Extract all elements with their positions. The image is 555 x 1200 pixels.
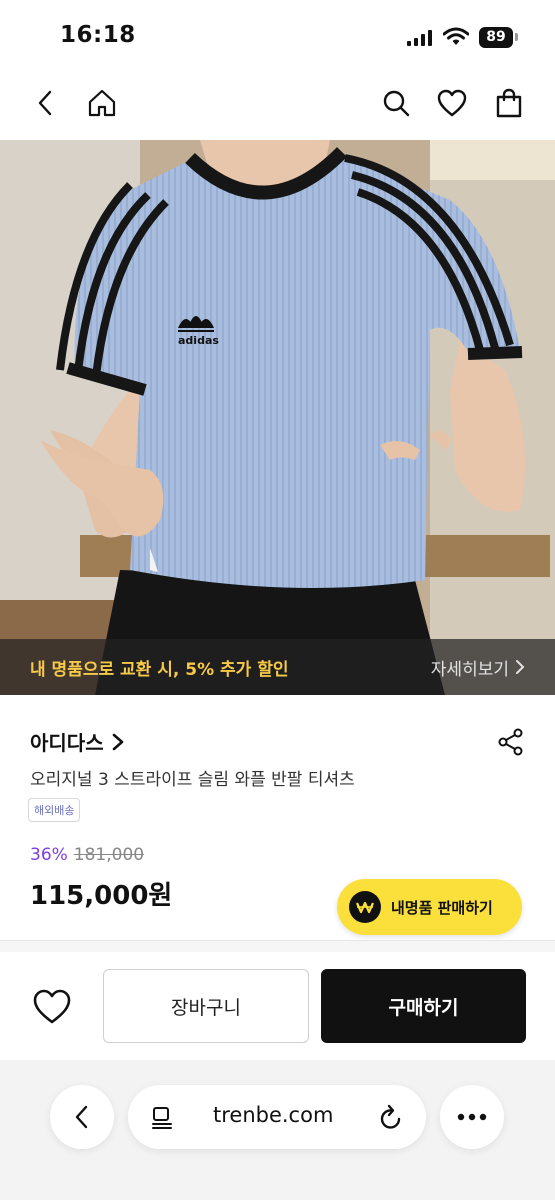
status-bar: 16:18 89 (0, 0, 555, 72)
chevron-right-icon (112, 733, 123, 750)
promo-banner[interactable]: 내 명품으로 교환 시, 5% 추가 할인 자세히보기 (0, 639, 555, 695)
wishlist-button[interactable] (435, 86, 469, 120)
back-icon (38, 90, 52, 116)
wifi-icon (443, 27, 469, 45)
heart-icon (33, 989, 71, 1024)
brand-link[interactable]: 아디다스 (30, 727, 124, 756)
brand-name: 아디다스 (30, 731, 104, 755)
promo-detail-label: 자세히보기 (430, 659, 509, 680)
won-icon (349, 891, 381, 923)
home-icon (88, 89, 116, 117)
bag-icon (496, 88, 522, 118)
section-divider (0, 940, 555, 952)
battery-indicator: 89 (479, 26, 518, 48)
back-button[interactable] (29, 86, 63, 120)
nav-bar (0, 72, 555, 140)
product-photo: adidas (0, 140, 555, 695)
status-time: 16:18 (60, 22, 136, 48)
battery-level: 89 (479, 26, 513, 48)
search-button[interactable] (379, 86, 413, 120)
reader-icon[interactable] (150, 1105, 174, 1129)
shopping-bag-button[interactable] (492, 86, 526, 120)
battery-tip (515, 33, 518, 41)
share-icon (498, 728, 523, 756)
sell-my-luxury-button[interactable]: 내명품 판매하기 (337, 879, 522, 935)
home-button[interactable] (85, 86, 119, 120)
heart-icon (437, 89, 467, 117)
browser-back-button[interactable] (50, 1085, 114, 1149)
url-text: trenbe.com (213, 1103, 334, 1127)
chevron-right-icon (516, 660, 525, 674)
adidas-logo-text: adidas (178, 334, 219, 347)
original-price: 181,000 (73, 845, 145, 865)
price-row: 36% 181,000 (30, 845, 144, 865)
wishlist-toggle-button[interactable] (30, 985, 74, 1029)
address-bar[interactable]: trenbe.com (128, 1085, 426, 1149)
search-icon (383, 90, 410, 117)
reload-icon[interactable] (378, 1103, 404, 1131)
promo-detail-link[interactable]: 자세히보기 (431, 655, 525, 680)
sale-price: 115,000원 (30, 881, 173, 911)
browser-more-button[interactable] (440, 1085, 504, 1149)
back-icon (75, 1105, 88, 1129)
share-button[interactable] (496, 727, 526, 757)
buy-now-button[interactable]: 구매하기 (321, 969, 526, 1043)
signal-icon (407, 30, 432, 46)
promo-text: 내 명품으로 교환 시, 5% 추가 할인 (30, 659, 289, 680)
add-to-cart-button[interactable]: 장바구니 (103, 969, 309, 1043)
product-name: 오리지널 3 스트라이프 슬림 와플 반팔 티셔츠 (30, 770, 355, 790)
discount-rate: 36% (30, 845, 68, 865)
product-image[interactable]: adidas 내 명품으로 교환 시, 5% 추가 할인 자세히보기 (0, 140, 555, 695)
overseas-shipping-badge: 해외배송 (28, 798, 81, 822)
sell-label: 내명품 판매하기 (391, 898, 493, 917)
more-icon (457, 1113, 487, 1121)
